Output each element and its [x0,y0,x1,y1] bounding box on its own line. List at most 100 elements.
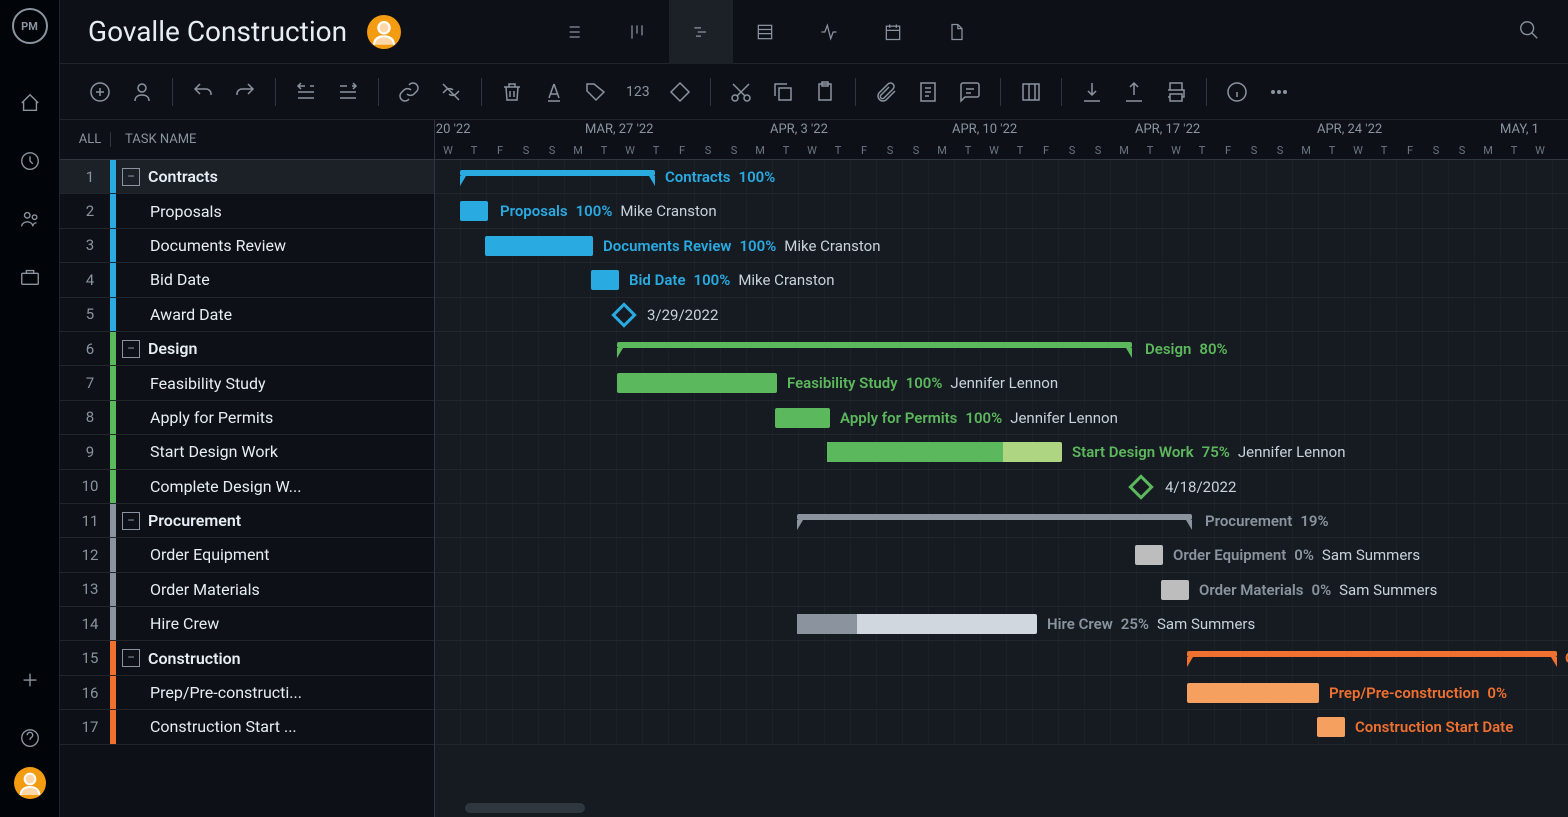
gantt-bar[interactable] [797,614,1037,634]
gantt-row[interactable]: Order Equipment0%Sam Summers [435,538,1568,572]
collapse-icon[interactable]: − [122,512,140,530]
gantt-bar[interactable] [617,373,777,393]
task-row[interactable]: 1−Contracts [60,160,434,194]
search-icon[interactable] [1518,19,1540,45]
link-icon[interactable] [397,80,421,104]
outdent-icon[interactable] [294,80,318,104]
gantt-chart[interactable]: , 20 '22MAR, 27 '22APR, 3 '22APR, 10 '22… [435,120,1568,817]
tag-icon[interactable] [584,80,608,104]
attach-icon[interactable] [874,80,898,104]
gantt-row[interactable]: Bid Date100%Mike Cranston [435,263,1568,297]
gantt-bar[interactable] [460,201,488,221]
gantt-row[interactable]: Hire Crew25%Sam Summers [435,607,1568,641]
info-icon[interactable] [1225,80,1249,104]
task-row[interactable]: 6−Design [60,332,434,366]
gantt-view-tab[interactable] [669,0,733,64]
gantt-row[interactable]: Design80% [435,332,1568,366]
indent-icon[interactable] [336,80,360,104]
text-format-icon[interactable] [542,80,566,104]
gantt-row[interactable]: Proposals100%Mike Cranston [435,194,1568,228]
clock-icon[interactable] [19,150,41,172]
cut-icon[interactable] [729,80,753,104]
task-row[interactable]: 16Prep/Pre-constructi... [60,676,434,710]
milestone-icon[interactable] [1128,474,1153,499]
gantt-bar[interactable] [617,342,1132,348]
collapse-icon[interactable]: − [122,168,140,186]
milestone-icon[interactable] [668,80,692,104]
briefcase-icon[interactable] [19,266,41,288]
calendar-view-tab[interactable] [861,0,925,64]
gantt-row[interactable]: Documents Review100%Mike Cranston [435,229,1568,263]
columns-icon[interactable] [1019,80,1043,104]
gantt-scrollbar[interactable] [465,803,585,813]
task-row[interactable]: 9Start Design Work [60,435,434,469]
gantt-bar[interactable] [1135,545,1163,565]
task-row[interactable]: 12Order Equipment [60,538,434,572]
list-view-tab[interactable] [541,0,605,64]
activity-view-tab[interactable] [797,0,861,64]
task-row[interactable]: 4Bid Date [60,263,434,297]
collapse-icon[interactable]: − [122,340,140,358]
task-row[interactable]: 13Order Materials [60,573,434,607]
export-icon[interactable] [1122,80,1146,104]
delete-icon[interactable] [500,80,524,104]
gantt-row[interactable]: Start Design Work75%Jennifer Lennon [435,435,1568,469]
copy-icon[interactable] [771,80,795,104]
task-row[interactable]: 2Proposals [60,194,434,228]
task-row[interactable]: 10Complete Design W... [60,470,434,504]
task-row[interactable]: 15−Construction [60,641,434,675]
task-row[interactable]: 5Award Date [60,298,434,332]
gantt-row[interactable]: 4/18/2022 [435,470,1568,504]
project-avatar[interactable] [367,15,401,49]
task-row[interactable]: 17Construction Start ... [60,710,434,744]
milestone-icon[interactable] [611,302,636,327]
app-logo[interactable]: PM [12,8,48,44]
redo-icon[interactable] [233,80,257,104]
sheet-view-tab[interactable] [733,0,797,64]
gantt-row[interactable]: Construction Start Date [435,710,1568,744]
home-icon[interactable] [19,92,41,114]
paste-icon[interactable] [813,80,837,104]
gantt-row[interactable]: Feasibility Study100%Jennifer Lennon [435,366,1568,400]
gantt-bar[interactable] [1161,580,1189,600]
gantt-row[interactable]: Contracts100% [435,160,1568,194]
gantt-bar[interactable] [1187,683,1319,703]
task-row[interactable]: 14Hire Crew [60,607,434,641]
gantt-bar[interactable] [1187,651,1557,657]
column-all[interactable]: ALL [60,132,110,147]
gantt-row[interactable]: Prep/Pre-construction0% [435,676,1568,710]
gantt-bar[interactable] [591,270,619,290]
column-task-name[interactable]: TASK NAME [110,132,196,147]
print-icon[interactable] [1164,80,1188,104]
gantt-bar[interactable] [485,236,593,256]
gantt-row[interactable]: Procurement19% [435,504,1568,538]
task-row[interactable]: 7Feasibility Study [60,366,434,400]
gantt-row[interactable]: Order Materials0%Sam Summers [435,573,1568,607]
unlink-icon[interactable] [439,80,463,104]
comment-icon[interactable] [958,80,982,104]
collapse-icon[interactable]: − [122,649,140,667]
undo-icon[interactable] [191,80,215,104]
notes-icon[interactable] [916,80,940,104]
assign-icon[interactable] [130,80,154,104]
file-view-tab[interactable] [925,0,989,64]
gantt-bar[interactable] [775,408,830,428]
task-row[interactable]: 11−Procurement [60,504,434,538]
import-icon[interactable] [1080,80,1104,104]
add-task-icon[interactable] [88,80,112,104]
team-icon[interactable] [19,208,41,230]
add-icon[interactable] [19,669,41,691]
more-icon[interactable] [1267,80,1291,104]
gantt-bar[interactable] [797,514,1192,520]
gantt-bar[interactable] [827,442,1062,462]
help-icon[interactable] [19,727,41,749]
task-row[interactable]: 3Documents Review [60,229,434,263]
gantt-row[interactable]: Construction [435,641,1568,675]
gantt-bar[interactable] [1317,717,1345,737]
user-avatar-small[interactable] [14,767,46,799]
board-view-tab[interactable] [605,0,669,64]
gantt-bar[interactable] [460,170,655,176]
task-row[interactable]: 8Apply for Permits [60,401,434,435]
gantt-row[interactable]: Apply for Permits100%Jennifer Lennon [435,401,1568,435]
gantt-row[interactable]: 3/29/2022 [435,298,1568,332]
